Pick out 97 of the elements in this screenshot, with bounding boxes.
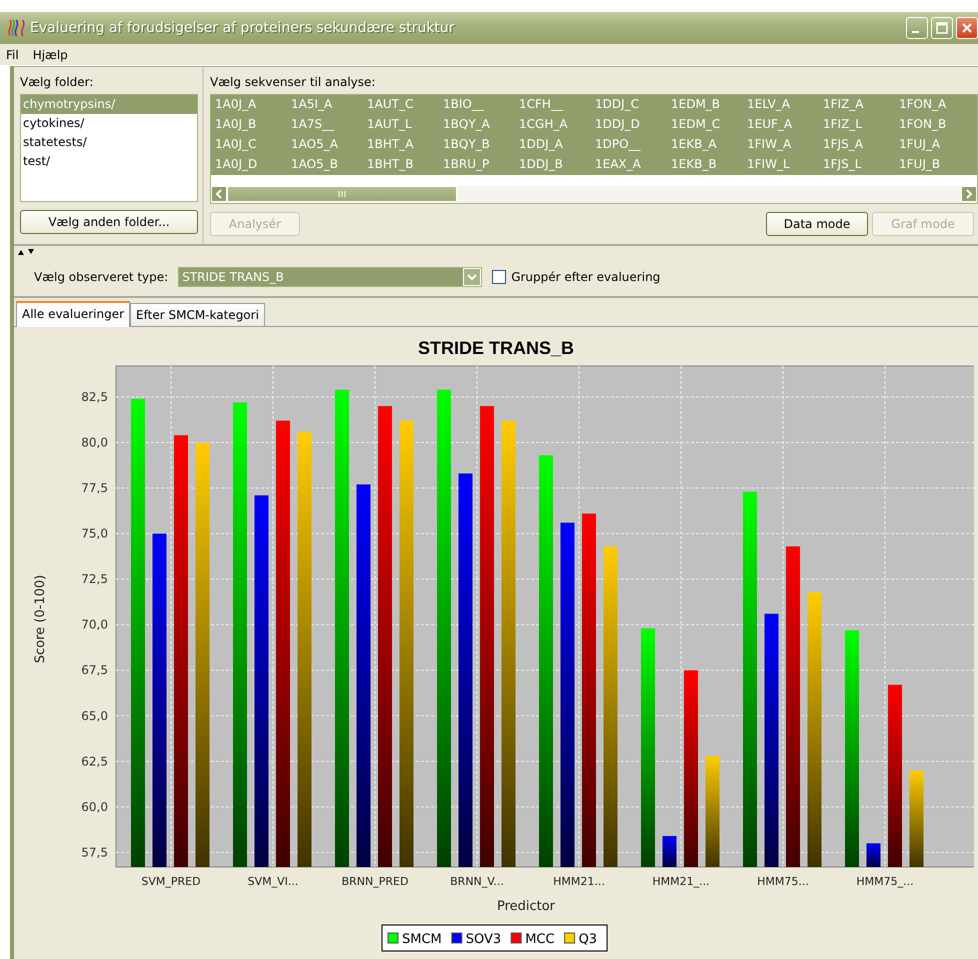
sequence-item[interactable]: 1FON_B <box>895 115 971 134</box>
data-mode-button[interactable]: Data mode <box>766 212 868 236</box>
y-axis-title: Score (0-100) <box>33 574 48 664</box>
sequence-item[interactable]: 1FUJ_A <box>895 135 971 154</box>
scroll-thumb[interactable] <box>227 186 457 202</box>
y-tick-label: 60,0 <box>81 800 108 814</box>
app-icon <box>8 19 26 37</box>
y-tick-label: 80,0 <box>81 436 108 450</box>
checkbox-label: Gruppér efter evaluering <box>511 269 660 286</box>
window-title: Evaluering af forudsigelser af proteiners sekundære struktur <box>30 18 455 38</box>
x-tick-label: HMM75_... <box>856 875 914 888</box>
sequence-item[interactable]: 1A0J_A <box>211 95 287 114</box>
folder-label: Vælg folder: <box>20 74 94 91</box>
x-tick-label: SVM_VI... <box>248 875 298 888</box>
sequence-item[interactable]: 1EKB_A <box>667 135 743 154</box>
tab[interactable]: Efter SMCM-kategori <box>130 303 265 326</box>
sequence-item[interactable]: 1A0J_C <box>211 135 287 154</box>
x-axis-title: Predictor <box>496 899 556 914</box>
horizontal-scrollbar[interactable] <box>210 186 978 204</box>
sequence-item[interactable]: 1FUJ_B <box>895 155 971 174</box>
sequence-item[interactable]: 1FON_A <box>895 95 971 114</box>
y-tick-label: 65,0 <box>81 708 108 723</box>
sequence-item[interactable]: 1FIW_L <box>743 155 819 174</box>
sequence-item[interactable]: 1CFH__ <box>515 95 591 114</box>
y-tick-label: 77,5 <box>81 481 108 496</box>
sequence-item[interactable]: 1DDJ_B <box>515 155 591 174</box>
y-tick-label: 70,0 <box>81 618 108 632</box>
sequence-item[interactable]: 1EAX_A <box>591 155 667 174</box>
sequence-item[interactable]: 1AO5_B <box>287 155 363 174</box>
sequence-item[interactable]: 1A0J_B <box>211 115 287 134</box>
maximize-icon <box>936 22 948 34</box>
choose-folder-button[interactable]: Vælg anden folder... <box>20 210 198 234</box>
sequence-item[interactable]: 1FIZ_A <box>819 95 895 114</box>
group-checkbox[interactable] <box>492 270 506 284</box>
sequence-item[interactable]: 1FJS_L <box>819 155 895 174</box>
x-tick-label: BRNN_V... <box>450 875 504 888</box>
chart-title: STRIDE TRANS_B <box>418 338 574 358</box>
sequence-item[interactable]: 1BQY_B <box>439 135 515 154</box>
scroll-right-icon[interactable] <box>961 186 977 202</box>
bar <box>866 843 880 867</box>
sequence-item[interactable]: 1AO5_A <box>287 135 363 154</box>
x-tick-label: HMM21_... <box>652 875 710 888</box>
sequence-item[interactable]: 1BHT_A <box>363 135 439 154</box>
observed-type-label: Vælg observeret type: <box>34 269 168 286</box>
scroll-left-icon[interactable] <box>211 186 227 202</box>
sequence-item[interactable]: 1CGH_A <box>515 115 591 134</box>
close-icon <box>961 22 973 34</box>
minimize-button[interactable] <box>906 17 928 39</box>
sequence-item[interactable]: 1BIO__ <box>439 95 515 114</box>
menu-item[interactable]: Fil <box>6 46 19 64</box>
sequence-item[interactable]: 1FIZ_L <box>819 115 895 134</box>
sequence-item[interactable]: 1DDJ_D <box>591 115 667 134</box>
sequence-item[interactable]: 1DDJ_C <box>591 95 667 114</box>
legend-label: MCC <box>525 932 555 947</box>
folder-item[interactable]: test/ <box>21 152 197 171</box>
dropdown-caret-icon[interactable] <box>463 268 482 286</box>
x-tick-label: HMM75... <box>757 875 809 888</box>
sequence-item[interactable]: 1FIW_A <box>743 135 819 154</box>
y-tick-label: 62,5 <box>81 754 108 768</box>
menu-item[interactable]: Hjælp <box>32 46 68 64</box>
sequence-item[interactable]: 1BQY_A <box>439 115 515 134</box>
sequence-item[interactable]: 1EDM_B <box>667 95 743 114</box>
sequence-item[interactable]: 1EUF_A <box>743 115 819 134</box>
sequence-item[interactable]: 1AUT_L <box>363 115 439 134</box>
sequence-item[interactable]: 1ELV_A <box>743 95 819 114</box>
folder-item[interactable]: cytokines/ <box>21 114 197 133</box>
tab[interactable]: Alle evalueringer <box>16 301 130 327</box>
y-tick-label: 82,5 <box>81 390 108 404</box>
legend-label: Q3 <box>578 932 598 947</box>
minimize-icon <box>912 31 919 33</box>
y-tick-label: 72,5 <box>81 572 108 586</box>
sequence-item[interactable]: 1BHT_B <box>363 155 439 174</box>
sequence-item[interactable]: 1FJS_A <box>819 135 895 154</box>
x-tick-label: BRNN_PRED <box>342 875 408 888</box>
sequence-item[interactable]: 1DPO__ <box>591 135 667 154</box>
folder-item[interactable]: chymotrypsins/ <box>21 95 197 114</box>
sequences-label: Vælg sekvenser til analyse: <box>210 74 376 91</box>
y-tick-label: 67,5 <box>81 663 108 678</box>
maximize-button[interactable] <box>931 17 953 39</box>
close-button[interactable] <box>956 17 978 39</box>
x-tick-label: SVM_PRED <box>141 875 201 888</box>
sequence-item[interactable]: 1EKB_B <box>667 155 743 174</box>
observed-type-dropdown[interactable]: STRIDE TRANS_B <box>178 267 482 287</box>
folder-item[interactable]: statetests/ <box>21 133 197 152</box>
y-tick-label: 57,5 <box>81 845 108 860</box>
sequence-item[interactable]: 1A0J_D <box>211 155 287 174</box>
sequence-item[interactable]: 1AUT_C <box>363 95 439 114</box>
legend-label: SOV3 <box>466 932 502 947</box>
sequence-item[interactable]: 1A5I_A <box>287 95 363 114</box>
x-tick-label: HMM21... <box>553 875 605 888</box>
bar <box>662 836 676 867</box>
y-tick-label: 75,0 <box>81 526 108 541</box>
sequence-item[interactable]: 1DDJ_A <box>515 135 591 154</box>
sequence-item[interactable]: 1EDM_C <box>667 115 743 134</box>
legend-label: SMCM <box>402 932 442 947</box>
sequence-item[interactable]: 1BRU_P <box>439 155 515 174</box>
sequence-item[interactable]: 1A7S__ <box>287 115 363 134</box>
